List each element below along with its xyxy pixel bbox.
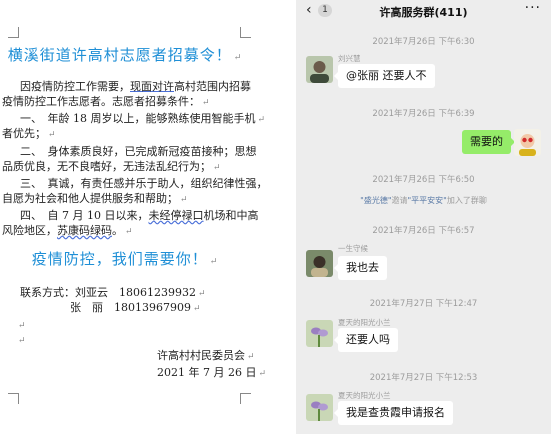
message-bubble[interactable]: 我是查贵霞申请报名 bbox=[334, 401, 453, 425]
condition-3-cont: 自愿为社会和他人提供服务和帮助； ↵ bbox=[2, 192, 188, 205]
message-sender: 夏天的阳光小兰 bbox=[338, 318, 391, 327]
contact-line-2: 张 丽 18013967909 ↵ bbox=[70, 301, 201, 314]
message-bubble[interactable]: 我也去 bbox=[334, 256, 387, 280]
chat-header: ‹ 1 许高服务群(411) ··· bbox=[296, 0, 551, 22]
chat-title: 许高服务群(411) bbox=[379, 6, 468, 19]
message-timestamp: 2021年7月26日 下午6:57 bbox=[372, 226, 475, 236]
empty-line: ↵ bbox=[18, 336, 26, 346]
condition-4-cont: 风险地区，苏康码绿码。 ↵ bbox=[2, 224, 133, 237]
chat-window: ‹ 1 许高服务群(411) ··· 2021年7月26日 下午6:30 刘兴慧… bbox=[296, 0, 551, 434]
avatar[interactable] bbox=[306, 394, 333, 421]
message-timestamp: 2021年7月26日 下午6:39 bbox=[372, 109, 475, 119]
paragraph-intro-cont: 疫情防控工作志愿者。志愿者招募条件： ↵ bbox=[2, 95, 210, 108]
avatar[interactable] bbox=[306, 250, 333, 277]
page-corner-mark bbox=[240, 393, 251, 404]
paragraph-intro: 因疫情防控工作需要，现面对许高村范围内招募 bbox=[20, 80, 251, 93]
message-timestamp: 2021年7月26日 下午6:50 bbox=[372, 175, 475, 185]
condition-2: 二、 身体素质良好，已完成新冠疫苗接种；思想 bbox=[20, 145, 257, 158]
document-page: 横溪街道许高村志愿者招募令！ ↵ 因疫情防控工作需要，现面对许高村范围内招募 疫情… bbox=[0, 0, 296, 434]
message-bubble[interactable]: 还要人吗 bbox=[334, 328, 398, 352]
condition-3: 三、 真诚，有责任感并乐于助人，组织纪律性强， bbox=[20, 177, 268, 190]
condition-2-cont: 品质优良，无不良嗜好，无违法乱纪行为； ↵ bbox=[2, 160, 221, 173]
avatar[interactable] bbox=[306, 320, 333, 347]
message-timestamp: 2021年7月27日 下午12:47 bbox=[369, 299, 478, 309]
message-sender: 刘兴慧 bbox=[338, 54, 361, 63]
system-notice: "盛光德"邀请"平平安安"加入了群聊 bbox=[360, 196, 487, 205]
message-sender: 夏天的阳光小兰 bbox=[338, 391, 391, 400]
document-subtitle: 疫情防控，我们需要你！ ↵ bbox=[31, 250, 219, 268]
page-corner-mark bbox=[240, 27, 251, 38]
condition-1: 一、 年龄 18 周岁以上，能够熟练使用智能手机 ↵ bbox=[20, 112, 266, 125]
message-timestamp: 2021年7月26日 下午6:30 bbox=[372, 37, 475, 47]
page-corner-mark bbox=[8, 393, 19, 404]
document-title: 横溪街道许高村志愿者招募令！ ↵ bbox=[7, 46, 243, 64]
message-bubble[interactable]: @张丽 还要人不 bbox=[334, 64, 435, 88]
page-corner-mark bbox=[8, 27, 19, 38]
message-bubble-own[interactable]: 需要的 bbox=[462, 130, 515, 154]
empty-line: ↵ bbox=[18, 321, 26, 331]
message-timestamp: 2021年7月27日 下午12:53 bbox=[369, 373, 478, 383]
condition-4: 四、 自 7 月 10 日以来，未经停禄口机场和中高 bbox=[20, 209, 259, 222]
avatar[interactable] bbox=[514, 129, 541, 156]
more-dots-icon[interactable]: ··· bbox=[525, 0, 541, 16]
message-sender: 一生守候 bbox=[338, 244, 368, 253]
contact-line-1: 联系方式：刘亚云 18061239932 ↵ bbox=[20, 286, 206, 299]
signature-date: 2021 年 7 月 26 日 ↵ bbox=[157, 366, 267, 379]
signature-org: 许高村村民委员会 ↵ bbox=[157, 349, 255, 362]
condition-1-cont: 者优先； ↵ bbox=[2, 127, 56, 140]
avatar[interactable] bbox=[306, 56, 333, 83]
